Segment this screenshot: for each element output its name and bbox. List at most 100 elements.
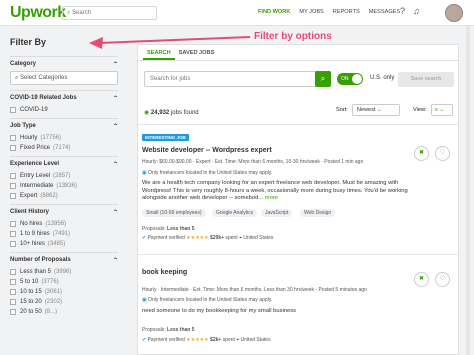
nav-find-work[interactable]: FIND WORK [258,9,290,15]
proposals-option[interactable]: 20 to 50 (8...) [10,307,118,317]
checkbox[interactable] [10,289,16,295]
proposals-option[interactable]: Less than 5 (3996) [10,267,118,277]
chevron-up-icon[interactable]: ⌃ [113,257,118,264]
divider [138,254,458,255]
checkbox[interactable] [10,173,16,179]
annotation-label: Filter by options [254,31,332,42]
experience-section: Experience Level ⌃ Entry Level (2857) Inte… [10,156,118,204]
client-history-option[interactable]: 1 to 9 hires (7491) [10,229,118,239]
job-location-note: ▣ Only freelancers located in the United… [142,170,273,176]
job-type-option[interactable]: Hourly (17756) [10,133,118,143]
client-info: ✔ Payment verified ★★★★★ $20k+ spent ⌖ U… [142,235,274,241]
experience-option[interactable]: Entry Level (2857) [10,171,118,181]
proposals-option[interactable]: 10 to 15 (3061) [10,287,118,297]
chevron-up-icon[interactable]: ⌃ [113,95,118,102]
skill-tag[interactable]: Web Design [300,209,336,217]
checkbox[interactable] [10,299,16,305]
category-section: Category ⌃ ⌕ Select Categories [10,56,118,90]
experience-option[interactable]: Intermediate (13836) [10,181,118,191]
client-history-option[interactable]: 10+ hires (3485) [10,239,118,249]
nav-reports[interactable]: REPORTS [333,9,360,15]
job-type-option[interactable]: Fixed Price (7174) [10,143,118,153]
view-select[interactable]: ≡ ⌄ [430,104,453,116]
nav-links: FIND WORK MY JOBS REPORTS MESSAGES [258,9,400,15]
nav-messages[interactable]: MESSAGES [369,9,400,15]
chevron-down-icon: ⌄ [439,107,445,113]
checkbox[interactable] [10,269,16,275]
category-select[interactable]: ⌕ Select Categories [10,71,118,85]
client-info: ✔ Payment verified ★★★★★ $2k+ spent ⌖ Un… [142,337,271,343]
more-link[interactable]: ... more [258,195,278,201]
list-icon: ≡ [434,107,438,113]
proposals-option[interactable]: 15 to 20 (2302) [10,297,118,307]
checkbox[interactable] [10,241,16,247]
covid-title: COVID-19 Related Jobs [10,95,77,101]
chevron-up-icon[interactable]: ⌃ [113,123,118,130]
heart-icon[interactable]: ♡ [435,272,450,287]
filter-sidebar: Filter By Category ⌃ ⌕ Select Categories … [10,37,118,355]
skill-tag[interactable]: JavaScript [261,209,293,217]
chevron-up-icon[interactable]: ⌃ [113,61,118,68]
client-history-title: Client History [10,209,50,215]
rss-icon[interactable]: ◉ [144,110,151,116]
heart-icon[interactable]: ♡ [435,146,450,161]
tab-saved-jobs[interactable]: SAVED JOBS [175,45,219,60]
client-history-option[interactable]: No hires (13956) [10,219,118,229]
experience-option[interactable]: Expert (8862) [10,191,118,201]
checkbox[interactable] [10,135,16,141]
nav-search-input[interactable]: ⌕ Search [62,6,157,20]
divider [138,124,458,125]
chevron-up-icon[interactable]: ⌃ [113,161,118,168]
location-pin-icon: ⌖ [239,235,242,241]
job-search-input[interactable]: Search for jobs [144,71,322,87]
location-pin-icon: ⌖ [236,337,240,343]
checkbox[interactable] [10,145,16,151]
rating-stars: ★★★★★ [186,235,209,241]
upwork-logo[interactable]: Upwork [10,4,66,22]
avatar[interactable] [445,4,463,22]
category-title: Category [10,61,37,67]
proposals-info: Proposals: Less than 5 [142,226,195,232]
bell-icon[interactable]: ♫ [413,6,420,16]
job-meta: Hourly · Intermediate · Est. Time: More … [142,287,367,293]
job-title[interactable]: book keeping [142,269,187,276]
search-button[interactable]: ⌕ [315,71,331,87]
help-icon[interactable]: ? [400,6,405,16]
checkbox[interactable] [10,279,16,285]
job-type-title: Job Type [10,123,36,129]
checkbox[interactable] [10,231,16,237]
proposals-option[interactable]: 5 to 10 (3776) [10,277,118,287]
scrollbar[interactable] [466,26,470,355]
nav-my-jobs[interactable]: MY JOBS [299,9,323,15]
skill-tag[interactable]: Small (10-99 employees) [142,209,206,217]
checkbox[interactable] [10,309,16,315]
checkbox[interactable] [10,221,16,227]
client-history-section: Client History ⌃ No hires (13956) 1 to 9 h… [10,204,118,252]
us-only-label: U.S. only [370,75,395,81]
checkbox[interactable] [10,107,16,113]
proposals-title: Number of Proposals [10,257,71,263]
sort-select[interactable]: Newest ⌄ [351,104,400,116]
covid-option[interactable]: COVID-19 [10,105,118,115]
checkbox[interactable] [10,193,16,199]
skill-tag[interactable]: Google Analytics [212,209,258,217]
job-title[interactable]: Website developer -- Wordpress expert [142,147,272,154]
save-search-button[interactable]: Save search [398,72,454,87]
job-meta: Hourly: $60.00-$90.00 · Expert · Est. Ti… [142,159,364,165]
job-tabs: SEARCH SAVED JOBS [138,45,458,61]
covid-section: COVID-19 Related Jobs ⌃ COVID-19 [10,90,118,118]
nav-icons: ? ♫ [400,6,420,16]
job-card[interactable]: book keeping Hourly · Intermediate · Est… [138,267,458,355]
top-nav: Upwork ⌕ Search FIND WORK MY JOBS REPORT… [0,0,474,26]
jobs-found: ◉ 24,932 jobs found [144,110,199,116]
chevron-up-icon[interactable]: ⌃ [113,209,118,216]
dislike-icon[interactable]: ✖ [414,146,429,161]
dislike-icon[interactable]: ✖ [414,272,429,287]
tab-search[interactable]: SEARCH [143,45,175,60]
chevron-down-icon: ⌄ [377,107,382,113]
us-only-toggle[interactable]: ON [337,73,363,85]
proposals-section: Number of Proposals ⌃ Less than 5 (3996) 5… [10,252,118,320]
job-location-note: ▣ Only freelancers located in the United… [142,297,273,303]
checkbox[interactable] [10,183,16,189]
rating-stars: ★★★★★ [186,337,209,343]
